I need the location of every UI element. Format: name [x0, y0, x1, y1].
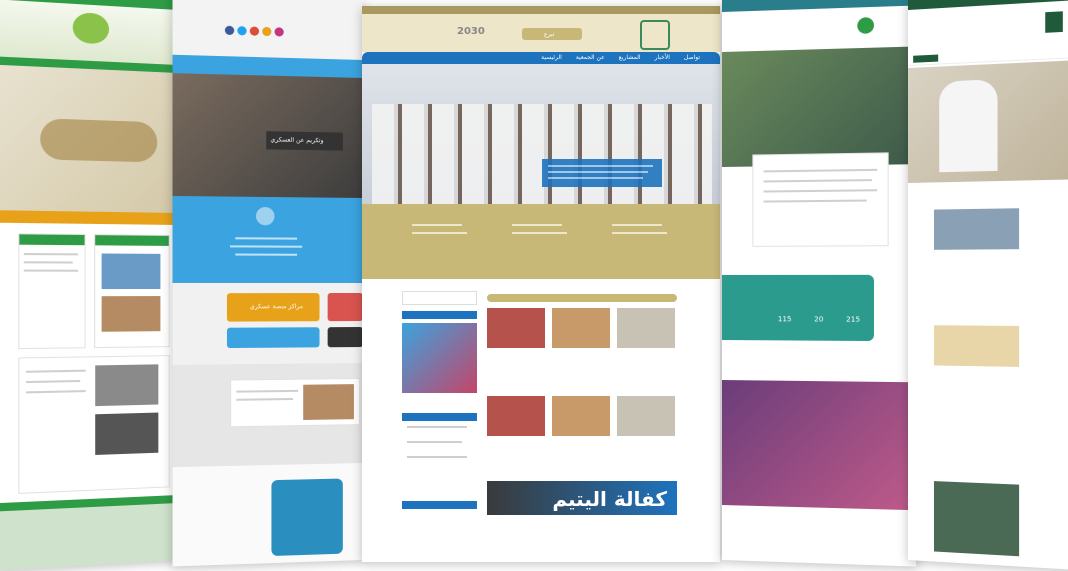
sidebar-box: [18, 233, 85, 349]
social-icons: [225, 26, 284, 37]
nav-item[interactable]: الرئيسية: [541, 54, 562, 61]
phone-mockup: [271, 478, 342, 556]
nav-item[interactable]: الأخبار: [655, 54, 670, 61]
showcase-stage: وتكريم عن العسكري مراكز منصة عسكري تبرع …: [0, 0, 1068, 569]
eye-icon: [256, 207, 275, 225]
website-mockup-gold: تبرع 2030 الرئيسية عن الجمعية المشاريع ا…: [362, 6, 720, 562]
nav-bar[interactable]: الرئيسية عن الجمعية المشاريع الأخبار توا…: [362, 52, 720, 64]
hero-image: وتكريم عن العسكري: [173, 73, 363, 198]
search-input[interactable]: [402, 291, 477, 305]
donate-button[interactable]: تبرع: [522, 28, 582, 40]
event-photo: [722, 380, 916, 510]
news-thumb[interactable]: [934, 325, 1019, 367]
red-button[interactable]: [328, 293, 363, 321]
section-title-bar: [487, 294, 677, 302]
sidebar: [402, 291, 477, 561]
map-footer: [0, 495, 178, 571]
info-strip: [173, 196, 363, 283]
app-section: [173, 463, 363, 566]
about-box: [752, 152, 888, 247]
news-thumb[interactable]: [617, 396, 675, 436]
caption-box: وتكريم عن العسكري: [266, 131, 343, 150]
buttons-area: مراكز منصة عسكري: [173, 283, 363, 365]
hero-children-photo: [722, 46, 916, 167]
blue-button[interactable]: [227, 327, 320, 348]
hero-photo: [908, 60, 1068, 183]
content-box: [18, 355, 169, 494]
nav-item[interactable]: عن الجمعية: [576, 54, 605, 61]
news-thumb[interactable]: [487, 308, 545, 348]
stat-value: 20: [814, 315, 823, 323]
hero-group-photo: [362, 64, 720, 204]
news-thumb[interactable]: [552, 308, 610, 348]
header: [173, 0, 363, 60]
news-section: [173, 363, 363, 467]
orphan-sponsorship-banner[interactable]: كفالة اليتيم: [487, 481, 677, 515]
website-mockup-darkgreen: [908, 0, 1068, 570]
calligraphy-image: [40, 118, 157, 162]
top-bar: [362, 6, 720, 14]
facebook-icon[interactable]: [225, 26, 234, 35]
dark-button[interactable]: [328, 327, 363, 347]
organization-logo-icon: [640, 20, 670, 50]
twitter-icon[interactable]: [237, 26, 246, 35]
logo-icon: [857, 17, 874, 34]
header: تبرع 2030: [362, 14, 720, 52]
hero-calligraphy: [0, 65, 178, 213]
orange-strip: [0, 210, 178, 225]
instagram-icon[interactable]: [275, 27, 284, 36]
gallery-photo[interactable]: [934, 481, 1019, 556]
nav-item[interactable]: المشاريع: [619, 54, 641, 61]
header: [908, 0, 1068, 55]
website-mockup-blue: وتكريم عن العسكري مراكز منصة عسكري: [173, 0, 363, 566]
hands-logo-icon: [73, 12, 109, 45]
features-strip: [362, 204, 720, 279]
logo-icon: [1045, 11, 1063, 33]
services-button[interactable]: مراكز منصة عسكري: [227, 293, 320, 322]
stat-value: 215: [846, 315, 860, 323]
news-thumb[interactable]: [552, 396, 610, 436]
youtube-icon[interactable]: [250, 26, 259, 35]
vision-2030-logo: 2030: [457, 26, 485, 37]
nav-item[interactable]: تواصل: [684, 54, 700, 61]
snapchat-icon[interactable]: [262, 27, 271, 36]
news-thumb[interactable]: [487, 396, 545, 436]
news-box: [94, 234, 170, 348]
caption-box: [542, 159, 662, 187]
header: [0, 0, 178, 65]
people-photo: [372, 104, 712, 204]
stat-value: 115: [778, 315, 792, 323]
header: [722, 5, 916, 52]
news-thumb[interactable]: [617, 308, 675, 348]
website-mockup-teal: 115 20 215: [722, 0, 916, 567]
caption-text: وتكريم عن العسكري: [270, 136, 323, 144]
news-thumb[interactable]: [934, 208, 1019, 250]
website-mockup-green: [0, 0, 178, 571]
stats-box: 115 20 215: [722, 275, 874, 341]
